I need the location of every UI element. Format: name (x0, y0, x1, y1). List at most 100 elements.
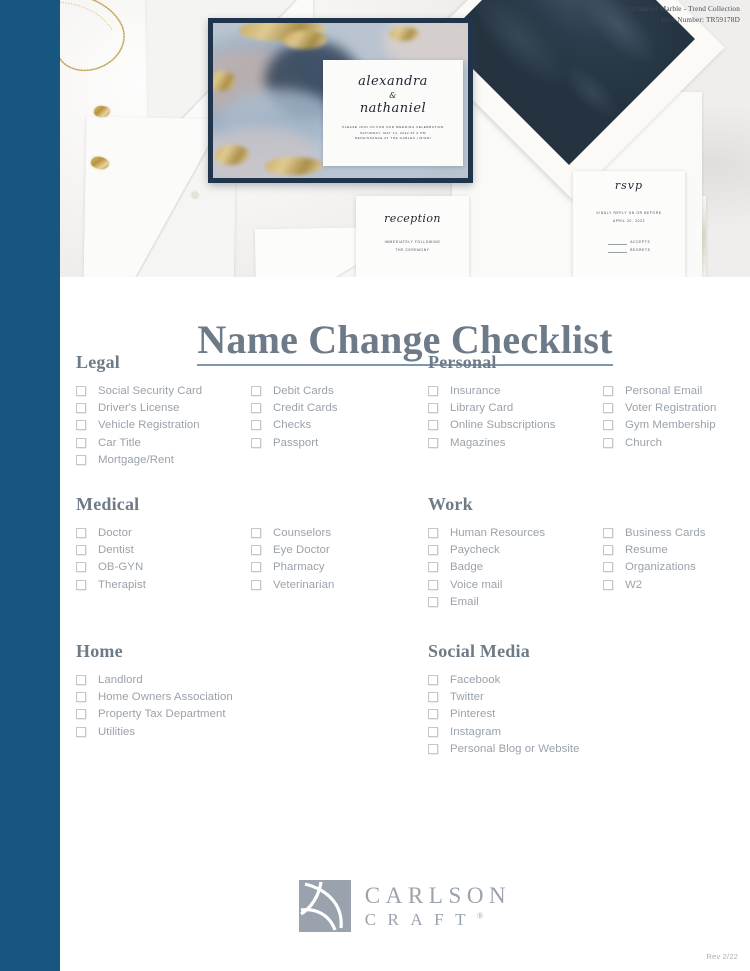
checklist-item[interactable]: Pharmacy (251, 559, 334, 576)
checkbox-icon[interactable] (76, 709, 86, 720)
checklist-item[interactable]: Credit Cards (251, 399, 338, 416)
checklist-item[interactable]: Eye Doctor (251, 541, 334, 558)
checkbox-icon[interactable] (251, 385, 261, 396)
checkbox-icon[interactable] (603, 527, 613, 538)
checklist-item[interactable]: Organizations (603, 559, 705, 576)
checkbox-icon[interactable] (428, 726, 438, 737)
checkbox-icon[interactable] (428, 709, 438, 720)
checklist-item[interactable]: Veterinarian (251, 576, 334, 593)
checkbox-icon[interactable] (76, 420, 86, 431)
checkbox-icon[interactable] (251, 403, 261, 414)
checklist-item[interactable]: Human Resources (428, 524, 583, 541)
checklist-item[interactable]: Personal Blog or Website (428, 741, 580, 758)
checklist-item[interactable]: Debit Cards (251, 382, 338, 399)
checkbox-icon[interactable] (251, 545, 261, 556)
checklist-item[interactable]: Instagram (428, 723, 580, 740)
checklist-item[interactable]: Resume (603, 541, 705, 558)
checkbox-icon[interactable] (76, 579, 86, 590)
checklist-item-label: Business Cards (625, 526, 706, 539)
checklist-item-label: Credit Cards (273, 402, 338, 415)
checkbox-icon[interactable] (76, 562, 86, 573)
name-change-checklist-page: alexandra & nathaniel PLEASE JOIN US FOR… (0, 0, 750, 971)
checklist-item[interactable]: Doctor (76, 524, 231, 541)
checklist-item[interactable]: Voter Registration (603, 399, 716, 416)
checklist-item[interactable]: Personal Email (603, 382, 716, 399)
checkbox-icon[interactable] (76, 437, 86, 448)
checkbox-icon[interactable] (76, 385, 86, 396)
checklist-item[interactable]: Paycheck (428, 541, 583, 558)
checkbox-icon[interactable] (428, 692, 438, 703)
checkbox-icon[interactable] (428, 744, 438, 755)
checklist-item[interactable]: Social Security Card (76, 382, 231, 399)
checkbox-icon[interactable] (603, 545, 613, 556)
checkbox-icon[interactable] (428, 674, 438, 685)
checklist-item[interactable]: Mortgage/Rent (76, 452, 231, 469)
checkbox-icon[interactable] (603, 420, 613, 431)
checkbox-icon[interactable] (428, 579, 438, 590)
reception-script-title: reception (384, 212, 441, 225)
checklist-item[interactable]: Utilities (76, 723, 233, 740)
checkbox-icon[interactable] (251, 437, 261, 448)
checkbox-icon[interactable] (428, 597, 438, 608)
checklist-item[interactable]: Driver's License (76, 399, 231, 416)
checkbox-icon[interactable] (428, 403, 438, 414)
checkbox-icon[interactable] (428, 437, 438, 448)
checklist-item[interactable]: Landlord (76, 671, 233, 688)
checklist-item[interactable]: Passport (251, 434, 338, 451)
checklist-item[interactable]: Business Cards (603, 524, 705, 541)
checkbox-icon[interactable] (603, 579, 613, 590)
checkbox-icon[interactable] (603, 562, 613, 573)
checklist-item[interactable]: Vehicle Registration (76, 417, 231, 434)
checkbox-icon[interactable] (428, 545, 438, 556)
checkbox-icon[interactable] (76, 455, 86, 466)
checklist-item[interactable]: Twitter (428, 688, 580, 705)
checkbox-icon[interactable] (76, 726, 86, 737)
checkbox-icon[interactable] (603, 403, 613, 414)
checklist-item[interactable]: Magazines (428, 434, 583, 451)
checklist-item[interactable]: Counselors (251, 524, 334, 541)
checkbox-icon[interactable] (428, 385, 438, 396)
checkbox-icon[interactable] (76, 545, 86, 556)
work-column-1: Human Resources Paycheck Badge Voice mail Em… (428, 524, 583, 611)
checkbox-icon[interactable] (428, 420, 438, 431)
checkbox-icon[interactable] (251, 562, 261, 573)
checklist-item[interactable]: Library Card (428, 399, 583, 416)
checkbox-icon[interactable] (603, 437, 613, 448)
checkbox-icon[interactable] (251, 579, 261, 590)
checklist-item[interactable]: Car Title (76, 434, 231, 451)
checklist-item[interactable]: Voice mail (428, 576, 583, 593)
checklist-item[interactable]: Home Owners Association (76, 688, 233, 705)
checklist-item[interactable]: Online Subscriptions (428, 417, 583, 434)
checkbox-icon[interactable] (76, 674, 86, 685)
checklist-item[interactable]: Pinterest (428, 706, 580, 723)
checkbox-icon[interactable] (251, 527, 261, 538)
checklist-item[interactable]: W2 (603, 576, 705, 593)
reception-card: reception IMMEDIATELY FOLLOWING THE CERE… (356, 196, 469, 277)
checklist-item[interactable]: Therapist (76, 576, 231, 593)
checkbox-icon[interactable] (603, 385, 613, 396)
checkbox-icon[interactable] (76, 403, 86, 414)
checklist-item-label: Vehicle Registration (98, 419, 200, 432)
checklist-item[interactable]: Badge (428, 559, 583, 576)
checklist-item[interactable]: Checks (251, 417, 338, 434)
checklist-item[interactable]: OB-GYN (76, 559, 231, 576)
checklist-item[interactable]: Church (603, 434, 716, 451)
checkbox-icon[interactable] (251, 420, 261, 431)
checkbox-icon[interactable] (428, 562, 438, 573)
checklist-item[interactable]: Insurance (428, 382, 583, 399)
collection-caption: Enchanted Marble - Trend Collection Item… (626, 4, 740, 26)
checklist-item-label: Landlord (98, 673, 143, 686)
revision-label: Rev 2/22 (706, 952, 738, 961)
checkbox-icon[interactable] (76, 692, 86, 703)
checklist-item[interactable]: Email (428, 594, 583, 611)
checkbox-icon[interactable] (428, 527, 438, 538)
checklist-item-label: Dentist (98, 544, 134, 557)
checklist-item-label: Doctor (98, 526, 132, 539)
checklist-item[interactable]: Gym Membership (603, 417, 716, 434)
checklist-item[interactable]: Facebook (428, 671, 580, 688)
checklist-item[interactable]: Dentist (76, 541, 231, 558)
checkbox-icon[interactable] (76, 527, 86, 538)
medical-column-2: Counselors Eye Doctor Pharmacy Veterinarian (231, 524, 334, 594)
section-medical: Medical Doctor Dentist OB-GYN Therapist Cou… (76, 494, 334, 594)
checklist-item[interactable]: Property Tax Department (76, 706, 233, 723)
